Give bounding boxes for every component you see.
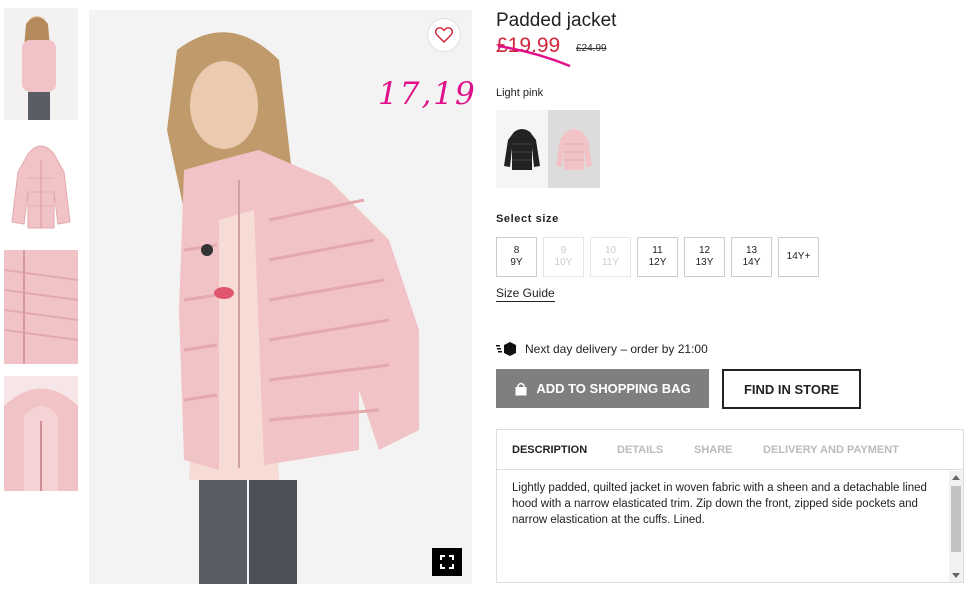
size-option-14y-plus[interactable]: 14Y+ [778,237,819,277]
size-option-14y[interactable]: 13 14Y [731,237,772,277]
tab-bar: DESCRIPTION DETAILS SHARE DELIVERY AND P… [497,430,963,470]
tab-share[interactable]: SHARE [694,444,733,456]
delivery-text: Next day delivery – order by 21:00 [525,342,708,356]
expand-icon [440,555,454,569]
product-info-tabs: DESCRIPTION DETAILS SHARE DELIVERY AND P… [496,429,964,583]
thumbnail-1[interactable] [4,8,78,120]
delivery-info: Next day delivery – order by 21:00 [496,342,708,356]
tab-details[interactable]: DETAILS [617,444,663,456]
swatch-black[interactable] [496,110,548,188]
sale-price: £19.99 [496,34,561,57]
product-title: Padded jacket [496,10,617,31]
color-label: Light pink [496,87,544,99]
find-in-store-button[interactable]: FIND IN STORE [722,369,861,409]
thumbnail-3[interactable] [4,250,78,364]
thumbnail-2[interactable] [4,132,78,236]
size-option-10y[interactable]: 9 10Y [543,237,584,277]
delivery-truck-icon [496,342,516,356]
size-option-9y[interactable]: 8 9Y [496,237,537,277]
thumbnail-4[interactable] [4,376,78,491]
swatch-light-pink[interactable] [548,110,600,188]
original-price: £24.99 [576,43,607,54]
fullscreen-button[interactable] [432,548,462,576]
size-option-13y[interactable]: 12 13Y [684,237,725,277]
tab-description[interactable]: DESCRIPTION [512,444,587,456]
favourite-button[interactable] [427,18,461,52]
product-description: Lightly padded, quilted jacket in woven … [512,482,927,526]
size-option-12y[interactable]: 11 12Y [637,237,678,277]
shopping-bag-icon [515,382,527,395]
scroll-up-icon[interactable] [952,475,960,480]
size-option-11y[interactable]: 10 11Y [590,237,631,277]
description-scrollbar[interactable] [949,471,963,582]
add-to-bag-button[interactable]: ADD TO SHOPPING BAG [496,369,709,408]
scroll-thumb[interactable] [951,486,961,552]
select-size-label: Select size [496,213,559,225]
size-guide-link[interactable]: Size Guide [496,286,555,302]
tab-delivery-and-payment[interactable]: DELIVERY AND PAYMENT [763,444,899,456]
handwritten-price-annotation: 17,19 [378,76,477,112]
add-to-bag-label: ADD TO SHOPPING BAG [536,381,691,396]
heart-icon [435,27,453,43]
scroll-down-icon[interactable] [952,573,960,578]
